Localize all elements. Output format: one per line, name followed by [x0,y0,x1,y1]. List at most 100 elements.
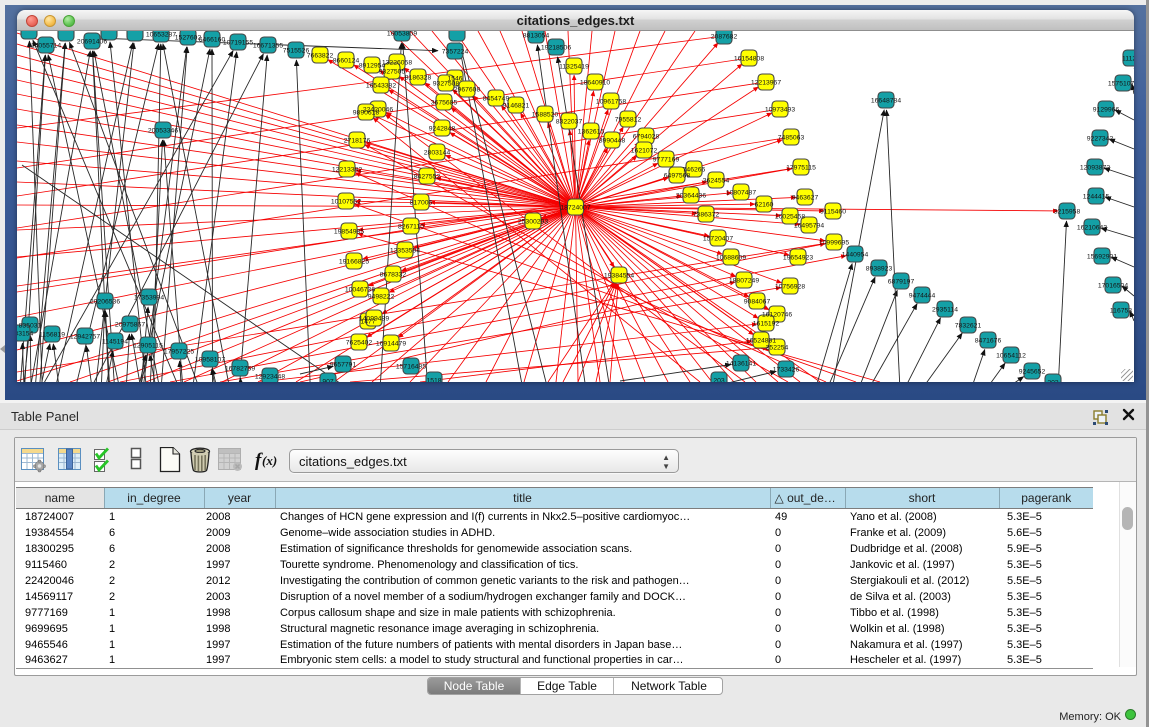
svg-text:9890618: 9890618 [353,110,380,117]
svg-text:7485063: 7485063 [778,135,805,142]
svg-text:13226058: 13226058 [382,60,412,67]
svg-text:17975115: 17975115 [786,165,816,172]
svg-text:9777169: 9777169 [653,157,680,164]
svg-text:16495794: 16495794 [794,223,824,230]
svg-text:10973493: 10973493 [765,107,795,114]
svg-text:15720407: 15720407 [703,236,733,243]
svg-text:9463627: 9463627 [792,195,819,202]
svg-text:6794028: 6794028 [633,134,660,141]
svg-text:12093872: 12093872 [1080,165,1110,172]
svg-text:1621072: 1621072 [631,148,658,155]
svg-text:8990448: 8990448 [599,138,626,145]
svg-text:10688609: 10688609 [716,255,746,262]
svg-text:16210643: 16210643 [1077,225,1107,232]
svg-text:20206536: 20206536 [90,299,120,306]
svg-text:19654923: 19654923 [783,255,813,262]
svg-text:203: 203 [1047,380,1059,383]
svg-text:7386372: 7386372 [693,212,720,219]
svg-text:10025458: 10025458 [775,214,805,221]
svg-text:203: 203 [713,378,725,383]
svg-text:15716485: 15716485 [396,364,426,371]
svg-text:2967608: 2967608 [454,87,481,94]
svg-text:10999695: 10999695 [819,240,849,247]
svg-text:1362615: 1362615 [578,129,605,136]
svg-text:10719155: 10719155 [223,40,253,47]
svg-text:9242848: 9242848 [429,126,456,133]
svg-text:20691406: 20691406 [77,39,107,46]
svg-text:2803144: 2803144 [424,150,451,157]
svg-text:12905115: 12905115 [133,343,163,350]
svg-text:8454749: 8454749 [483,96,510,103]
svg-text:12213967: 12213967 [751,80,781,87]
svg-text:9129966: 9129966 [1093,107,1120,114]
svg-text:933154: 933154 [17,331,34,338]
svg-text:14136141: 14136141 [726,361,756,368]
svg-text:16671355: 16671355 [253,43,283,50]
svg-text:25300293: 25300293 [518,219,548,226]
svg-text:16120746: 16120746 [762,312,792,319]
svg-text:62160: 62160 [755,202,774,209]
svg-text:9474444: 9474444 [909,293,936,300]
svg-text:12923448: 12923448 [255,374,285,381]
svg-text:19384554: 19384554 [604,273,634,280]
svg-text:907: 907 [322,379,334,383]
svg-text:10046736: 10046736 [345,287,375,294]
svg-text:1440954: 1440954 [842,252,869,259]
svg-text:10961758: 10961758 [596,99,626,106]
svg-text:8678332: 8678332 [380,272,407,279]
svg-text:10958107: 10958107 [195,357,225,364]
svg-text:7357224: 7357224 [442,49,469,56]
svg-text:1244415: 1244415 [1083,194,1110,201]
svg-text:2935114: 2935114 [932,307,958,314]
svg-text:9498222: 9498222 [368,294,395,301]
svg-text:8322037: 8322037 [556,119,583,126]
svg-text:16154808: 16154808 [734,56,764,63]
svg-text:(x): (x) [262,453,277,468]
svg-text:7515526: 7515526 [283,48,310,55]
svg-text:17353994: 17353994 [134,295,164,302]
svg-text:10107552: 10107552 [331,199,361,206]
svg-text:6879197: 6879197 [888,279,915,286]
svg-text:12942757: 12942757 [70,334,100,341]
svg-text:10807487: 10807487 [726,190,756,197]
svg-text:2718176: 2718176 [344,138,371,145]
svg-text:1145194: 1145194 [102,339,128,346]
svg-text:11127: 11127 [1122,56,1134,63]
svg-text:8267110: 8267110 [398,224,424,231]
svg-text:18640910: 18640910 [580,80,610,87]
svg-text:20975867: 20975867 [115,322,145,329]
svg-text:16543382: 16543382 [366,83,396,90]
svg-text:817006: 817006 [410,200,433,207]
svg-text:18807249: 18807249 [729,278,759,285]
svg-text:14099489: 14099489 [359,316,389,323]
svg-text:9084067: 9084067 [744,299,771,306]
svg-text:10654112: 10654112 [996,353,1026,360]
svg-text:12213382: 12213382 [332,167,362,174]
svg-text:16524851: 16524851 [746,338,776,345]
svg-text:12353594: 12353594 [390,248,420,255]
svg-text:14055714: 14055714 [31,43,61,50]
svg-text:3624554: 3624554 [703,178,730,185]
svg-text:20364436: 20364436 [676,193,706,200]
svg-text:15692901: 15692901 [1087,254,1117,261]
svg-text:16648784: 16648784 [871,98,901,105]
svg-text:8427552: 8427552 [414,174,441,181]
svg-text:9227342: 9227342 [1087,136,1114,143]
svg-text:1156819: 1156819 [39,332,65,339]
svg-text:252254: 252254 [766,345,789,352]
svg-text:1518: 1518 [426,378,441,383]
svg-text:116753: 116753 [1110,308,1132,315]
svg-text:8186328: 8186328 [405,75,432,82]
svg-text:8660124: 8660124 [333,58,360,65]
svg-text:7625402: 7625402 [346,340,373,347]
svg-text:16914479: 16914479 [376,341,406,348]
svg-text:17957225: 17957225 [164,349,194,356]
svg-text:10653287: 10653287 [146,32,176,39]
svg-text:7955812: 7955812 [615,117,642,124]
svg-text:1733426: 1733426 [773,367,800,374]
svg-text:16053809: 16053809 [387,31,417,38]
svg-text:835031: 835031 [19,323,42,330]
svg-text:8813054: 8813054 [523,33,550,40]
svg-text:11325419: 11325419 [559,64,589,71]
svg-text:1588520: 1588520 [532,112,559,119]
